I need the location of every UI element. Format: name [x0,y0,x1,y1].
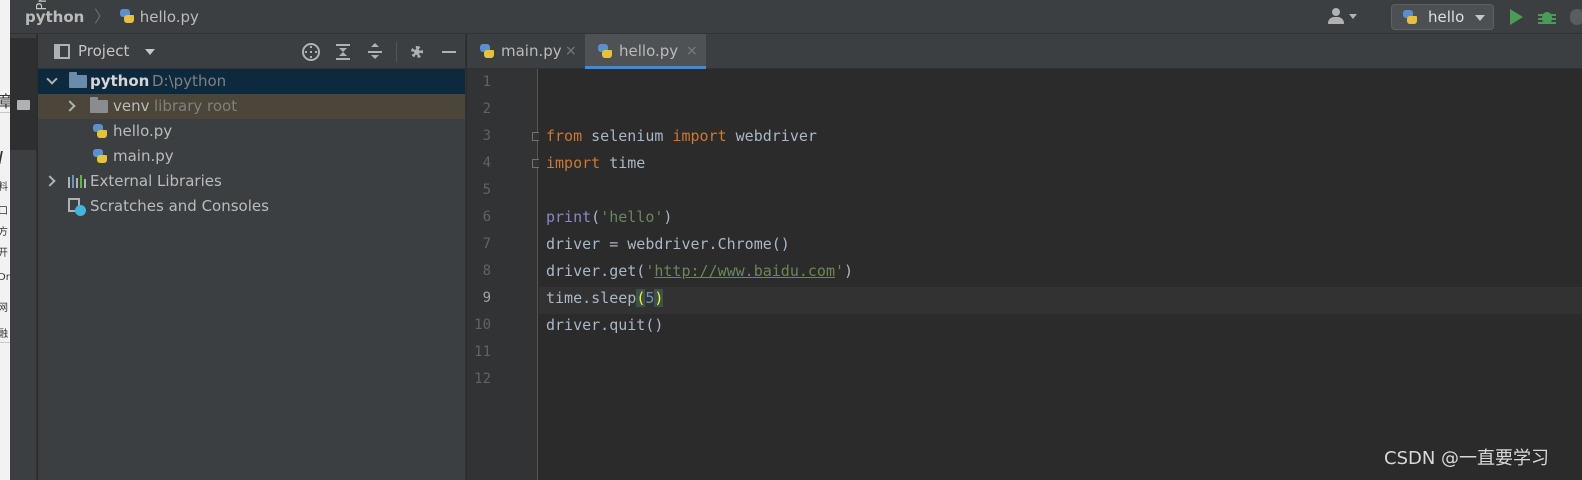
coverage-icon[interactable] [1570,9,1582,25]
breadcrumb-file[interactable]: hello.py [119,0,199,34]
chevron-down-icon[interactable] [145,49,155,55]
tree-item-python[interactable]: python D:\python [38,69,465,94]
close-icon[interactable]: × [565,34,577,68]
folder-icon [17,100,30,110]
tab-hello-py[interactable]: hello.py × [585,34,706,69]
chevron-right-icon[interactable] [44,175,56,187]
tab-label: main.py [501,42,562,60]
line-number: 5 [482,182,491,198]
line-number-gutter[interactable]: 1 2 3 4 5 6 7 8 9 10 11 12 [467,69,541,480]
folder-icon [90,97,108,113]
run-configuration-label: hello [1428,8,1465,26]
tree-item-label: python [90,72,150,90]
scratches-icon [68,198,86,216]
editor-tab-bar: main.py × hello.py × [467,34,1582,69]
code-line-9: time.sleep(5) [546,289,664,307]
breadcrumb-file-label: hello.py [139,8,199,26]
expand-all-icon[interactable] [334,43,352,61]
code-line-3: from selenium import webdriver [546,127,817,145]
gear-icon[interactable] [408,43,426,61]
navigation-bar: python 〉 hello.py hello [10,0,1582,34]
tree-item-label: External Libraries [90,172,222,190]
tree-item-external-libraries[interactable]: External Libraries [38,169,465,194]
line-number: 3 [482,128,491,144]
hide-icon[interactable] [440,43,458,61]
libraries-icon [68,175,86,188]
line-number: 10 [474,317,491,333]
python-file-icon [597,43,613,59]
close-icon[interactable]: × [686,34,698,68]
python-file-icon [479,43,495,59]
tree-item-label: venv [113,97,150,115]
python-file-icon [92,123,108,139]
line-number: 11 [474,344,491,360]
tree-item-detail: library root [154,97,238,115]
code-editor[interactable]: from selenium import webdriver import ti… [539,69,1582,480]
brace-match: ) [654,289,664,307]
line-number-current: 9 [482,290,491,306]
chevron-right-icon[interactable] [64,100,76,112]
project-panel-header: Project [38,34,466,69]
code-line-6: print('hello') [546,208,673,226]
line-number: 7 [482,236,491,252]
code-line-7: driver = webdriver.Chrome() [546,235,790,253]
background-text: 料 [0,182,8,193]
code-line-4: import time [546,154,646,172]
tree-item-path: D:\python [152,72,227,90]
background-window-strip: 章 I 料 口 方 开 Dr 网 融 [0,0,10,480]
background-text: 章 [0,92,10,111]
tool-window-stripe: Project [10,0,50,480]
run-icon[interactable] [1510,9,1523,25]
line-number: 12 [474,371,491,387]
project-panel: Project python D:\python venv library ro… [38,34,466,480]
tree-item-label: hello.py [113,122,173,140]
background-text: 开 [0,248,8,259]
tree-item-label: main.py [113,147,174,165]
background-text: 融 [0,329,8,340]
background-text: 网 [0,303,8,314]
background-text: 方 [0,227,8,238]
tree-item-hello-py[interactable]: hello.py [38,119,465,144]
locate-icon[interactable] [302,43,320,61]
code-line-10: driver.quit() [546,316,664,334]
line-number: 8 [482,263,491,279]
project-view-selector[interactable]: Project [78,34,129,69]
toolbar-separator [396,42,397,62]
caret-row-highlight [539,287,1582,314]
line-number: 4 [482,155,491,171]
breadcrumb-project[interactable]: python [25,0,84,34]
collapse-all-icon[interactable] [366,43,384,61]
background-text: 口 [0,206,8,217]
tab-label: hello.py [619,42,679,60]
background-text: I [0,148,3,169]
tree-item-scratches[interactable]: Scratches and Consoles [38,194,465,219]
background-divider [0,112,10,113]
folder-icon [69,72,87,88]
line-number: 2 [482,101,491,117]
project-view-icon [54,44,70,59]
watermark: CSDN @一直要学习 [1384,448,1550,469]
user-icon[interactable] [1328,8,1362,26]
project-tool-button[interactable]: Project [10,0,50,150]
line-number: 1 [482,74,491,90]
tree-item-main-py[interactable]: main.py [38,144,465,169]
tab-main-py[interactable]: main.py × [467,34,584,69]
python-icon [1402,9,1418,25]
tree-item-venv[interactable]: venv library root [38,94,465,119]
chevron-down-icon[interactable] [46,73,58,85]
url-link[interactable]: http://www.baidu.com [654,262,835,280]
background-divider [0,342,10,343]
brace-match: ( [636,289,646,307]
debug-icon[interactable] [1538,8,1556,26]
line-number: 6 [482,209,491,225]
python-file-icon [119,8,135,24]
code-line-8: driver.get('http://www.baidu.com') [546,262,854,280]
chevron-down-icon [1475,15,1485,21]
background-text: Dr [0,272,10,283]
tree-item-label: Scratches and Consoles [90,197,269,215]
breadcrumb-separator: 〉 [94,7,111,26]
run-configuration-dropdown[interactable]: hello [1391,4,1494,30]
python-file-icon [92,148,108,164]
